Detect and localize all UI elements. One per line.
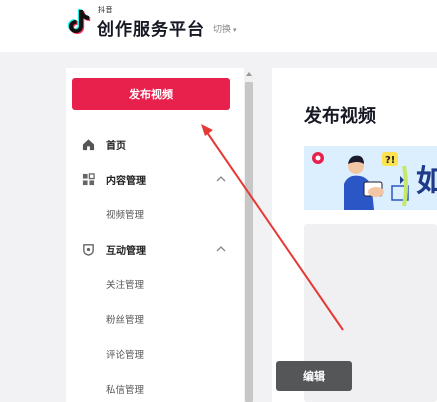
interaction-icon bbox=[83, 243, 94, 256]
page-title: 发布视频 bbox=[304, 106, 376, 127]
sidebar-item-label: 内容管理 bbox=[106, 175, 146, 187]
sidebar-item-label: 粉丝管理 bbox=[106, 315, 145, 326]
scrollbar-thumb[interactable] bbox=[245, 82, 253, 402]
sidebar-item-follow-management[interactable]: 关注管理 bbox=[66, 271, 241, 297]
sidebar-item-interaction-management[interactable]: 互动管理 bbox=[66, 236, 241, 262]
logo-subtitle: 抖音 bbox=[98, 6, 113, 14]
sidebar-item-label: 私信管理 bbox=[106, 385, 145, 396]
grid-icon bbox=[82, 172, 95, 185]
caret-down-icon: ▾ bbox=[233, 26, 237, 34]
switch-label: 切换 bbox=[213, 25, 232, 35]
sidebar-item-label: 评论管理 bbox=[106, 350, 145, 361]
chevron-up-icon bbox=[216, 246, 226, 252]
promo-banner[interactable]: ?! 如 bbox=[304, 146, 437, 210]
sidebar-item-label: 互动管理 bbox=[106, 245, 146, 257]
sidebar-item-home[interactable]: 首页 bbox=[66, 131, 241, 157]
main-panel: 发布视频 ?! 如 bbox=[272, 68, 437, 402]
sidebar-item-comment-management[interactable]: 评论管理 bbox=[66, 341, 241, 367]
svg-text:?!: ?! bbox=[385, 155, 395, 166]
sidebar: 发布视频 首页 内容管理 视频管理 互动管理 关注管理 粉丝管理 评论管理 私信… bbox=[66, 68, 254, 402]
sidebar-item-fan-management[interactable]: 粉丝管理 bbox=[66, 306, 241, 332]
switch-account-dropdown[interactable]: 切换 ▾ bbox=[213, 22, 237, 35]
chevron-up-icon bbox=[216, 176, 226, 182]
top-bar: 抖音 创作服务平台 切换 ▾ bbox=[0, 0, 437, 52]
sidebar-item-label: 关注管理 bbox=[106, 280, 145, 291]
banner-headline: 如 bbox=[416, 164, 437, 199]
home-icon bbox=[82, 138, 95, 150]
sidebar-item-label: 视频管理 bbox=[106, 210, 145, 221]
sidebar-item-message-management[interactable]: 私信管理 bbox=[66, 376, 241, 402]
publish-video-button[interactable]: 发布视频 bbox=[72, 78, 230, 110]
logo-title: 创作服务平台 bbox=[97, 20, 205, 40]
edit-button[interactable]: 编辑 bbox=[276, 361, 352, 391]
sidebar-item-content-management[interactable]: 内容管理 bbox=[66, 166, 241, 192]
sidebar-item-label: 首页 bbox=[106, 140, 126, 152]
sidebar-item-video-management[interactable]: 视频管理 bbox=[66, 201, 241, 227]
douyin-logo-icon bbox=[67, 9, 91, 34]
scroll-up-arrow-icon[interactable] bbox=[246, 72, 252, 76]
